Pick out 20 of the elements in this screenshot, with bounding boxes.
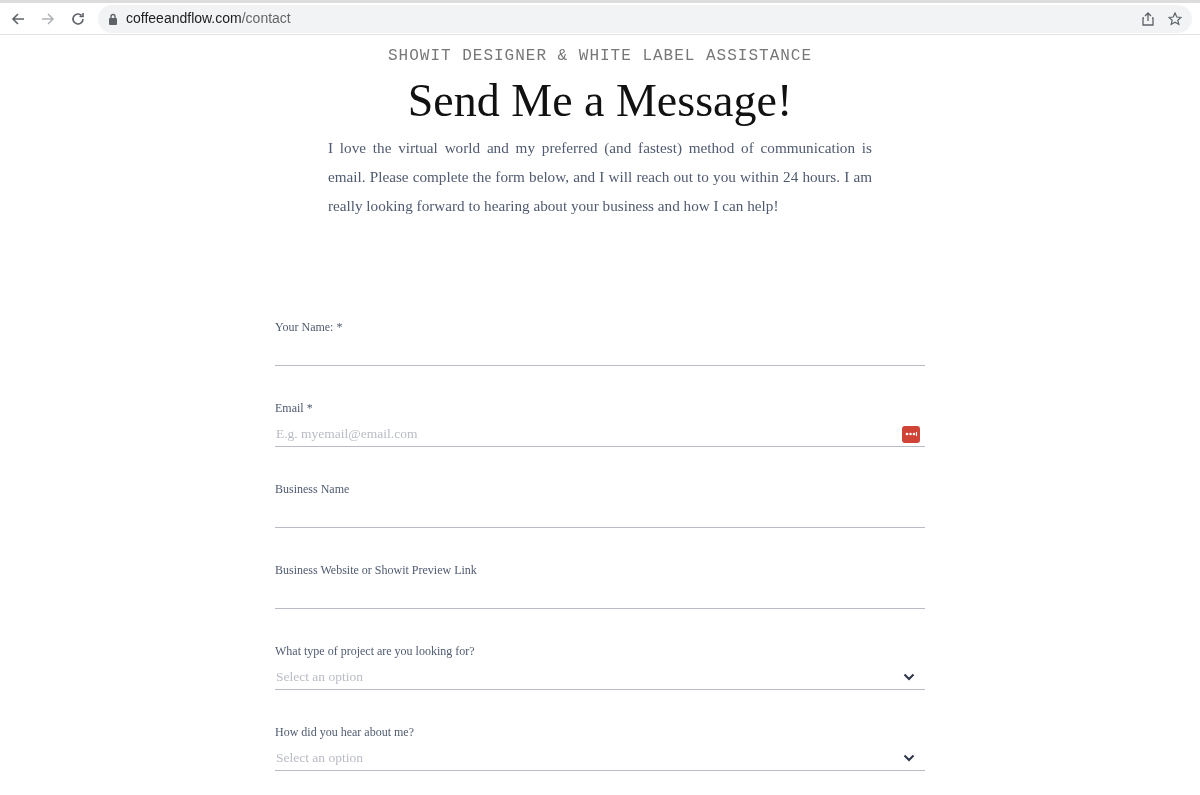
chevron-down-icon	[903, 754, 915, 763]
lock-icon	[108, 12, 118, 25]
field-label: Business Website or Showit Preview Link	[275, 561, 478, 579]
password-manager-icon[interactable]	[902, 425, 920, 443]
field-label: What type of project are you looking for?	[275, 642, 476, 660]
eyebrow-text: SHOWIT DESIGNER & WHITE LABEL ASSISTANCE	[386, 46, 814, 67]
page-heading: Send Me a Message!	[406, 76, 794, 127]
chevron-down-icon	[903, 673, 915, 682]
field-label: How did you hear about me?	[275, 723, 415, 741]
share-icon[interactable]	[1142, 11, 1154, 26]
star-icon[interactable]	[1168, 11, 1182, 26]
field-label: Business Name	[275, 480, 351, 498]
field-label: Email *	[275, 399, 314, 417]
field-label: Your Name: *	[275, 318, 344, 336]
intro-paragraph: I love the virtual world and my preferred (and fastest) method of communication is email. Please complete the form below, and I will reach out to you within 24 hours. I am really looking forward to hearing about your business and how I can help!	[328, 137, 872, 216]
select-field[interactable]: Select an option	[275, 746, 925, 771]
address-bar[interactable]: coffeeandflow.com/contact	[98, 4, 1192, 33]
input-field[interactable]: E.g. myemail@email.com	[275, 422, 925, 447]
select-field[interactable]: Select an option	[275, 665, 925, 690]
url-text: coffeeandflow.com/contact	[126, 9, 291, 28]
